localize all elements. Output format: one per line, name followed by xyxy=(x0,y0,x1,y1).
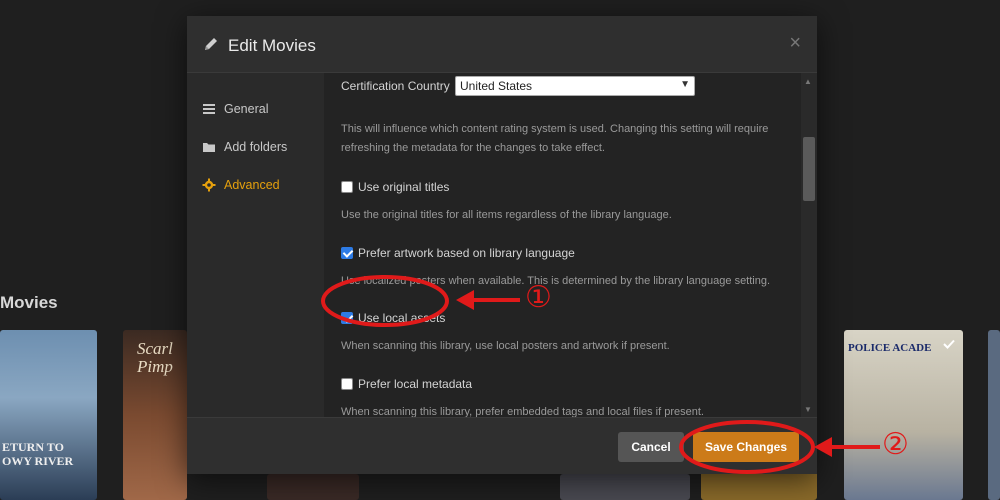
option-description: When scanning this library, use local po… xyxy=(341,340,670,352)
advanced-settings-panel: Certification Country United States ▼ Th… xyxy=(324,73,817,417)
movie-poster[interactable] xyxy=(988,330,1000,500)
certification-country-select[interactable]: United States ▼ xyxy=(455,76,695,96)
scroll-down-icon[interactable]: ▼ xyxy=(804,405,812,414)
option-label: Prefer artwork based on library language xyxy=(358,246,575,260)
certification-country-label: Certification Country xyxy=(341,79,450,93)
sidebar-item-label: Add folders xyxy=(224,140,288,154)
poster-title: POLICE ACADE xyxy=(848,342,932,354)
poster-title: ETURN TO OWY RIVER xyxy=(2,440,74,468)
movie-poster[interactable]: POLICE ACADE xyxy=(844,330,963,500)
use-local-assets-checkbox[interactable]: Use local assets xyxy=(341,311,445,325)
select-value: United States xyxy=(460,79,533,93)
option-description: Use localized posters when available. Th… xyxy=(341,275,771,287)
movie-poster[interactable] xyxy=(267,474,359,500)
sidebar-item-label: General xyxy=(224,102,269,116)
dialog-header: Edit Movies × xyxy=(187,16,817,73)
close-icon[interactable]: × xyxy=(789,32,801,55)
scroll-up-icon[interactable]: ▲ xyxy=(804,77,812,86)
dialog-footer: Cancel Save Changes xyxy=(187,417,817,474)
option-description: Use the original titles for all items re… xyxy=(341,209,672,221)
movie-poster[interactable]: Scarl Pimp xyxy=(123,330,187,500)
movie-poster[interactable]: ETURN TO OWY RIVER xyxy=(0,330,97,500)
option-label: Prefer local metadata xyxy=(358,377,473,391)
certification-description: This will influence which content rating… xyxy=(341,123,769,154)
pencil-icon xyxy=(202,35,220,53)
option-label: Use original titles xyxy=(358,180,450,194)
sidebar-item-general[interactable]: General xyxy=(202,99,268,119)
checkbox-unchecked[interactable] xyxy=(341,181,353,193)
prefer-artwork-language-checkbox[interactable]: Prefer artwork based on library language xyxy=(341,246,575,260)
scroll-thumb[interactable] xyxy=(803,137,815,201)
watched-check-icon xyxy=(941,336,957,352)
use-original-titles-checkbox[interactable]: Use original titles xyxy=(341,180,449,194)
cancel-button[interactable]: Cancel xyxy=(618,432,684,462)
sidebar-item-add-folders[interactable]: Add folders xyxy=(202,137,287,157)
edit-library-dialog: Edit Movies × General Add folders Advanc… xyxy=(187,16,817,474)
list-icon xyxy=(202,102,216,116)
option-description: When scanning this library, prefer embed… xyxy=(341,406,704,417)
section-title: Movies xyxy=(0,293,58,312)
option-label: Use local assets xyxy=(358,311,446,325)
annotation-marker-2: ② xyxy=(882,427,909,462)
prefer-local-metadata-checkbox[interactable]: Prefer local metadata xyxy=(341,377,472,391)
settings-scrollbar[interactable]: ▲ ▼ xyxy=(801,73,817,417)
gear-icon xyxy=(202,178,216,192)
dialog-title: Edit Movies xyxy=(228,36,316,55)
checkbox-unchecked[interactable] xyxy=(341,378,353,390)
poster-title: Scarl Pimp xyxy=(137,339,173,376)
movie-poster[interactable] xyxy=(560,474,690,500)
sidebar-item-label: Advanced xyxy=(224,178,280,192)
chevron-down-icon: ▼ xyxy=(680,79,690,90)
sidebar-item-advanced[interactable]: Advanced xyxy=(202,175,280,195)
folder-icon xyxy=(202,140,216,154)
checkbox-checked[interactable] xyxy=(341,312,353,324)
settings-sidebar: General Add folders Advanced xyxy=(187,73,324,417)
checkbox-checked[interactable] xyxy=(341,247,353,259)
save-changes-button[interactable]: Save Changes xyxy=(693,432,799,462)
annotation-marker-1: ① xyxy=(525,280,552,315)
